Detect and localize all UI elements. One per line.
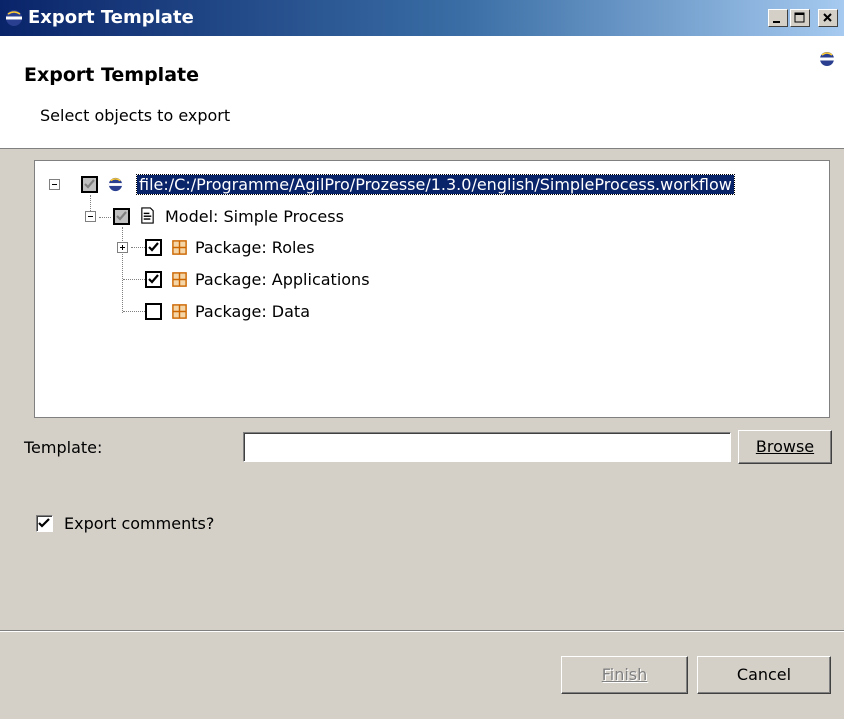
checkmark-icon	[38, 518, 50, 528]
checkmark-icon	[116, 211, 127, 221]
finish-button[interactable]: Finish	[561, 656, 688, 694]
window-title: Export Template	[28, 7, 194, 28]
template-label: Template:	[24, 438, 103, 457]
tree-connector	[99, 217, 111, 219]
export-tree[interactable]: file:/C:/Programme/AgilPro/Prozesse/1.3.…	[34, 160, 830, 418]
button-bar-separator	[0, 630, 844, 632]
eclipse-wizard-icon	[820, 52, 834, 66]
minimize-button[interactable]	[768, 9, 788, 27]
maximize-button[interactable]	[790, 9, 810, 27]
minimize-icon	[773, 21, 780, 23]
cancel-button-label: Cancel	[736, 665, 792, 684]
tree-connector	[123, 311, 145, 313]
checkmark-icon	[148, 242, 159, 252]
checkmark-icon	[84, 179, 95, 189]
root-checkbox[interactable]	[81, 176, 98, 193]
eclipse-app-icon	[6, 10, 22, 26]
package-icon	[172, 240, 187, 255]
expand-toggle[interactable]	[117, 242, 128, 253]
workflow-file-icon	[108, 177, 123, 192]
tree-node-package-label[interactable]: Package: Applications	[195, 270, 370, 289]
tree-node-package-label[interactable]: Package: Data	[195, 302, 310, 321]
tree-node-model-label[interactable]: Model: Simple Process	[165, 207, 344, 226]
finish-button-label: Finish	[601, 665, 648, 684]
tree-connector	[122, 227, 124, 313]
package-data-checkbox[interactable]	[145, 303, 162, 320]
page-description: Select objects to export	[40, 106, 231, 125]
cancel-button[interactable]: Cancel	[697, 656, 831, 694]
export-comments-label[interactable]: Export comments?	[64, 514, 214, 533]
close-icon	[823, 13, 832, 22]
document-icon	[141, 207, 154, 224]
maximize-icon	[794, 12, 805, 23]
collapse-toggle[interactable]	[85, 211, 96, 222]
page-title: Export Template	[24, 64, 199, 86]
package-icon	[172, 304, 187, 319]
tree-node-root-label[interactable]: file:/C:/Programme/AgilPro/Prozesse/1.3.…	[136, 174, 735, 195]
package-roles-checkbox[interactable]	[145, 239, 162, 256]
package-icon	[172, 272, 187, 287]
model-checkbox[interactable]	[113, 208, 130, 225]
export-comments-checkbox[interactable]	[36, 515, 53, 532]
title-bar[interactable]: Export Template	[0, 0, 844, 36]
tree-connector	[123, 279, 145, 281]
checkmark-icon	[148, 274, 159, 284]
wizard-banner: Export Template Select objects to export	[0, 36, 844, 149]
package-applications-checkbox[interactable]	[145, 271, 162, 288]
tree-node-package-label[interactable]: Package: Roles	[195, 238, 315, 257]
template-path-input[interactable]	[243, 432, 731, 462]
tree-connector	[131, 247, 145, 249]
close-button[interactable]	[818, 9, 838, 27]
browse-button[interactable]: Browse	[738, 430, 832, 464]
browse-button-label: Browse	[755, 437, 815, 456]
collapse-toggle[interactable]	[49, 179, 60, 190]
